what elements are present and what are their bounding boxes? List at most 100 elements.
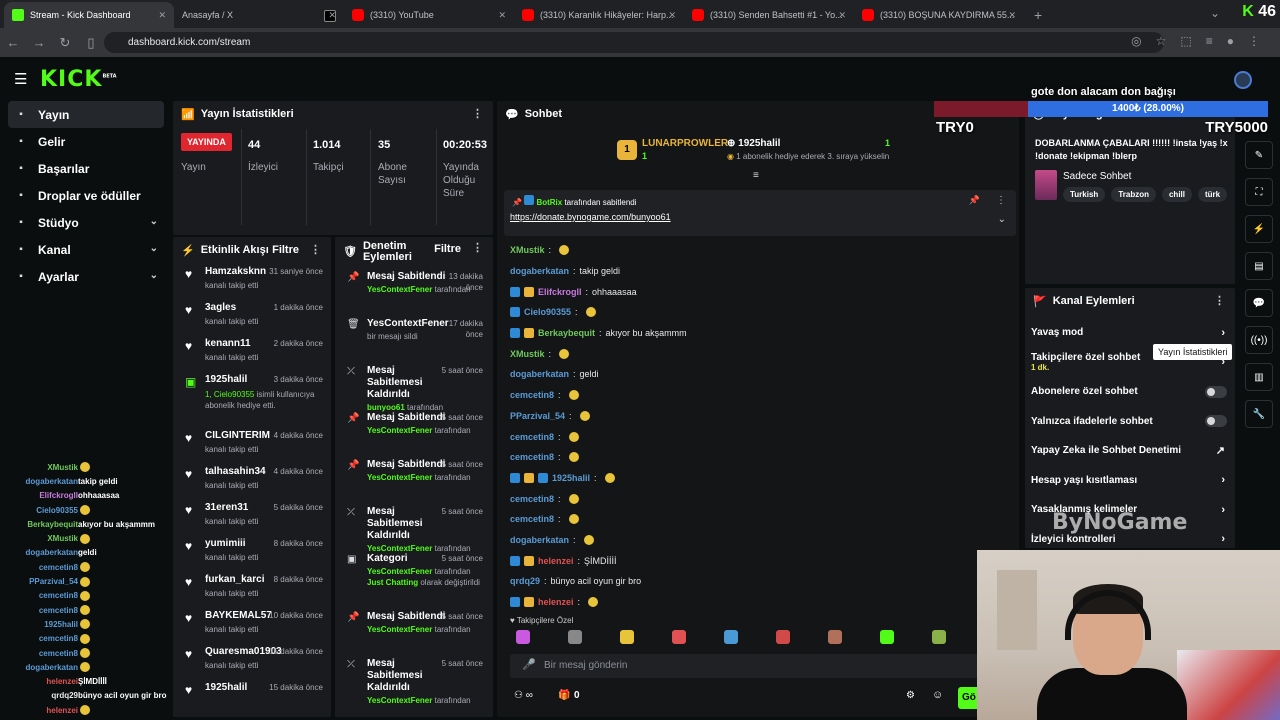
notes-icon[interactable]: ▤ bbox=[1245, 252, 1273, 280]
chat-username[interactable]: XMustik bbox=[510, 349, 545, 359]
screen-capture-icon[interactable]: ⛶ bbox=[1245, 178, 1273, 206]
chat-username[interactable]: cemcetin8 bbox=[510, 494, 554, 504]
mod-user[interactable]: YesContextFener bbox=[367, 625, 432, 634]
close-tab-icon[interactable]: ✕ bbox=[668, 10, 676, 21]
expand-pinned-icon[interactable]: ⌄ bbox=[998, 214, 1006, 225]
tab-1[interactable]: Anasayfa / X ✕ bbox=[174, 2, 344, 28]
mod-user[interactable]: YesContextFener bbox=[367, 696, 432, 705]
chat-username[interactable]: qrdq29 bbox=[510, 576, 540, 586]
user-avatar[interactable] bbox=[1234, 71, 1252, 89]
quick-emote-5[interactable] bbox=[776, 630, 790, 644]
chat-username[interactable]: dogaberkatan bbox=[510, 535, 569, 545]
toggle-switch[interactable] bbox=[1205, 415, 1227, 428]
quick-emote-6[interactable] bbox=[828, 630, 842, 644]
quick-emote-7[interactable] bbox=[880, 630, 894, 644]
tag-pill[interactable]: Trabzon bbox=[1111, 187, 1156, 202]
close-tab-icon[interactable]: ✕ bbox=[838, 10, 846, 21]
chat-username[interactable]: cemcetin8 bbox=[510, 432, 554, 442]
close-tab-icon[interactable]: ✕ bbox=[158, 10, 166, 21]
pinned-menu-icon[interactable]: ⋮ bbox=[996, 195, 1006, 206]
quick-emote-8[interactable] bbox=[932, 630, 946, 644]
browser-menu-icon[interactable]: ⋮ bbox=[1248, 34, 1260, 48]
sidebar-item-6[interactable]: ▪ Ayarlar ⌄ bbox=[8, 263, 164, 290]
quick-emote-1[interactable] bbox=[568, 630, 582, 644]
reload-icon[interactable]: ↻ bbox=[52, 35, 78, 51]
channel-action[interactable]: Abonelere özel sohbet bbox=[1025, 377, 1235, 407]
chat-toggle-icon[interactable]: 💬 bbox=[1245, 289, 1273, 317]
chat-username[interactable]: dogaberkatan bbox=[510, 369, 569, 379]
pinned-link[interactable]: https://donate.bynogame.com/bunyoo61 bbox=[510, 212, 671, 222]
layout-icon[interactable]: ▥ bbox=[1245, 363, 1273, 391]
channel-action[interactable]: Hesap yaşı kısıtlaması › bbox=[1025, 466, 1235, 496]
chat-username[interactable]: 1925halil bbox=[552, 473, 590, 483]
chat-username[interactable]: PParzival_54 bbox=[510, 411, 565, 421]
stream-stats-icon[interactable]: ((•)) bbox=[1245, 326, 1273, 354]
kick-extension-badge[interactable]: K 46 bbox=[1242, 3, 1276, 21]
sidebar-item-5[interactable]: ▪ Kanal ⌄ bbox=[8, 236, 164, 263]
events-filter-button[interactable]: Filtre bbox=[272, 244, 299, 256]
lightning-action-icon[interactable]: ⚡ bbox=[1245, 215, 1273, 243]
chat-settings-icon[interactable]: ⚙ bbox=[906, 690, 915, 701]
sidebar-item-1[interactable]: ▪ Gelir bbox=[8, 128, 164, 155]
wrench-icon[interactable]: 🔧 bbox=[1245, 400, 1273, 428]
events-menu-icon[interactable]: ⋮ bbox=[310, 243, 321, 256]
extensions-icon[interactable]: ⬚ bbox=[1180, 34, 1191, 48]
chat-username[interactable]: helenzei bbox=[538, 556, 574, 566]
chat-username[interactable]: helenzei bbox=[538, 597, 574, 607]
sidebar-item-0[interactable]: ▪ Yayın bbox=[8, 101, 164, 128]
edit-pencil-icon[interactable]: ✎ bbox=[1245, 141, 1273, 169]
tag-pill[interactable]: türk bbox=[1198, 187, 1228, 202]
quick-emote-4[interactable] bbox=[724, 630, 738, 644]
mod-user[interactable]: YesContextFener bbox=[367, 473, 432, 482]
chat-username[interactable]: Cielo90355 bbox=[524, 307, 571, 317]
quick-emote-3[interactable] bbox=[672, 630, 686, 644]
sidebar-item-2[interactable]: ▪ Başarılar bbox=[8, 155, 164, 182]
eye-off-icon[interactable]: ◎ bbox=[1131, 34, 1141, 48]
chat-username[interactable]: XMustik bbox=[510, 245, 545, 255]
close-tab-icon[interactable]: ✕ bbox=[1008, 10, 1016, 21]
mod-menu-icon[interactable]: ⋮ bbox=[472, 243, 483, 254]
channel-action[interactable]: Yalnızca ifadelerle sohbet bbox=[1025, 407, 1235, 437]
back-icon[interactable]: ← bbox=[0, 35, 26, 50]
channel-action[interactable]: Yapay Zeka ile Sohbet Denetimi ↗ bbox=[1025, 436, 1235, 466]
new-tab-icon[interactable]: + bbox=[1024, 2, 1052, 28]
tag-pill[interactable]: Turkish bbox=[1063, 187, 1106, 202]
chat-username[interactable]: Berkaybequit bbox=[538, 328, 595, 338]
sidebar-item-3[interactable]: ▪ Droplar ve ödüller bbox=[8, 182, 164, 209]
chat-username[interactable]: cemcetin8 bbox=[510, 452, 554, 462]
mod-user[interactable]: YesContextFener bbox=[367, 567, 432, 576]
mic-icon[interactable]: 🎤 bbox=[522, 658, 536, 671]
bookmark-star-icon[interactable]: ☆ bbox=[1156, 34, 1167, 48]
tag-pill[interactable]: chill bbox=[1161, 187, 1192, 202]
mod-user[interactable]: YesContextFener bbox=[367, 426, 432, 435]
chat-username[interactable]: dogaberkatan bbox=[510, 266, 569, 276]
chat-username[interactable]: Elifckrogll bbox=[538, 287, 582, 297]
tab-5[interactable]: (3310) BOŞUNA KAYDIRMA 55... ✕ bbox=[854, 2, 1024, 28]
tab-4[interactable]: (3310) Senden Bahsetti #1 - Yo... ✕ bbox=[684, 2, 854, 28]
mod-filter-button[interactable]: Filtre bbox=[434, 244, 461, 255]
chat-username[interactable]: cemcetin8 bbox=[510, 390, 554, 400]
unpin-icon[interactable]: 📌 bbox=[969, 195, 980, 206]
toggle-switch[interactable] bbox=[1205, 385, 1227, 398]
close-tab-icon[interactable]: ✕ bbox=[498, 10, 506, 21]
sidepanel-icon[interactable]: ▯ bbox=[78, 35, 104, 51]
url-input[interactable]: dashboard.kick.com/stream bbox=[104, 32, 1164, 53]
close-tab-icon[interactable]: ✕ bbox=[328, 10, 336, 21]
gift-box-icon[interactable]: 🎁 bbox=[558, 690, 570, 701]
category-name[interactable]: Sadece Sohbet bbox=[1063, 171, 1131, 182]
actions-menu-icon[interactable]: ⋮ bbox=[1214, 294, 1225, 307]
quick-emote-2[interactable] bbox=[620, 630, 634, 644]
chat-message-input[interactable]: Bir mesaj gönderin bbox=[510, 654, 980, 678]
window-menu-icon[interactable]: ⌄ bbox=[1210, 6, 1220, 20]
stats-menu-icon[interactable]: ⋮ bbox=[472, 107, 483, 120]
tab-0[interactable]: Stream - Kick Dashboard ✕ bbox=[4, 2, 174, 28]
emote-picker-icon[interactable]: ☺ bbox=[932, 689, 943, 701]
profile-icon[interactable]: ● bbox=[1227, 34, 1234, 48]
chat-username[interactable]: cemcetin8 bbox=[510, 514, 554, 524]
hamburger-menu-icon[interactable]: ☰ bbox=[14, 70, 27, 88]
playlist-icon[interactable]: ≡ bbox=[1206, 34, 1213, 48]
forward-icon[interactable]: → bbox=[26, 35, 52, 50]
tab-2[interactable]: (3310) YouTube ✕ bbox=[344, 2, 514, 28]
mod-user[interactable]: YesContextFener bbox=[367, 285, 432, 294]
users-infinity-icon[interactable]: ⚇ ∞ bbox=[514, 690, 533, 701]
